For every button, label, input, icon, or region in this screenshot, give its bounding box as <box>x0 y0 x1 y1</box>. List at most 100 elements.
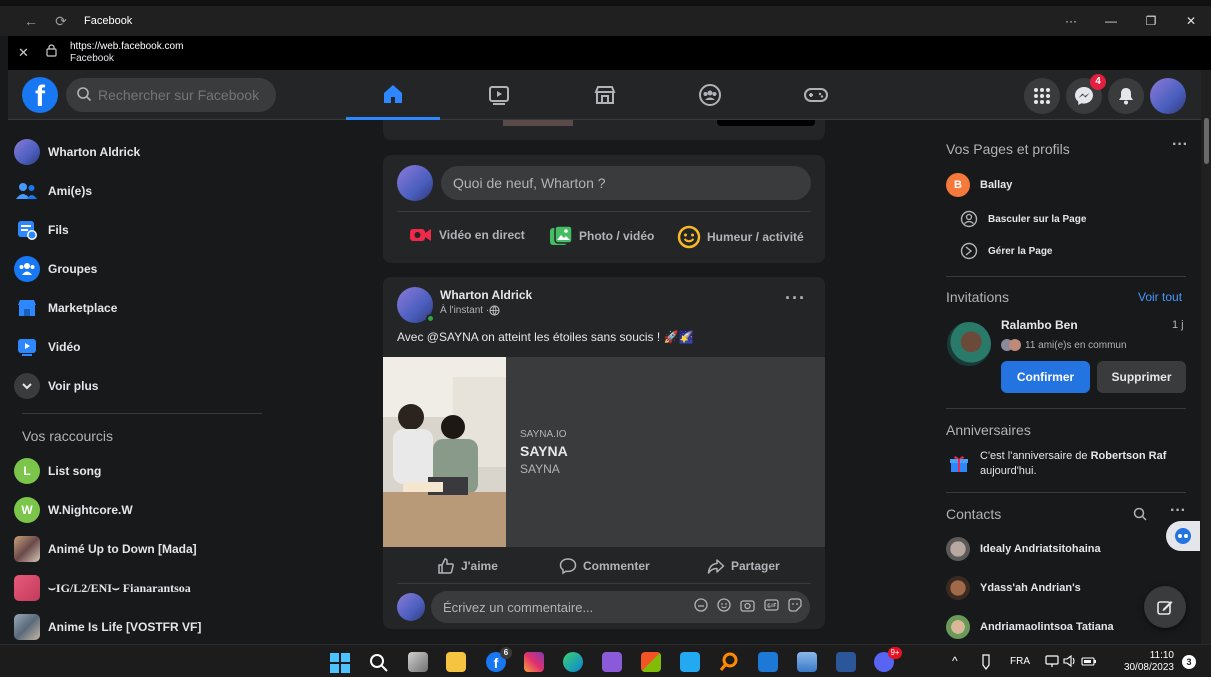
manage-page-button[interactable]: Gérer la Page <box>960 242 1052 260</box>
feeling-activity-button[interactable]: Humeur / activité <box>677 225 804 249</box>
sidebar-item-profile[interactable]: Wharton Aldrick <box>14 133 140 171</box>
windows-start-icon[interactable] <box>330 653 350 677</box>
camera-icon[interactable] <box>740 598 755 617</box>
comment-input[interactable]: Écrivez un commentaire... <box>443 600 694 615</box>
composer-input[interactable]: Quoi de neuf, Wharton ? <box>441 166 811 200</box>
tab-groups[interactable] <box>663 70 757 120</box>
shortcut-item[interactable]: W W.Nightcore.W <box>14 491 133 529</box>
notifications-button[interactable] <box>1108 78 1144 114</box>
home-icon <box>384 84 402 103</box>
tab-video[interactable] <box>452 70 546 120</box>
more-options-icon[interactable]: ··· <box>1170 502 1186 520</box>
birthday-name[interactable]: Robertson Raf <box>1091 450 1167 462</box>
sidebar-item-feeds[interactable]: Fils <box>14 211 69 249</box>
close-icon[interactable]: ✕ <box>18 45 38 61</box>
close-window-button[interactable]: ✕ <box>1171 14 1211 28</box>
comment-box[interactable]: Écrivez un commentaire... <box>431 591 810 623</box>
page-item[interactable]: B Ballay <box>946 167 1012 203</box>
post-timestamp[interactable]: À l'instant · <box>440 305 500 316</box>
minimize-button[interactable]: — <box>1091 14 1131 28</box>
tab-gaming[interactable] <box>769 70 863 120</box>
post-author-name[interactable]: Wharton Aldrick <box>440 288 532 302</box>
language-indicator[interactable]: FRA <box>1010 656 1030 667</box>
more-options-icon[interactable]: ··· <box>1172 136 1188 154</box>
photos-icon[interactable] <box>797 652 817 672</box>
word-icon[interactable] <box>836 652 856 672</box>
sidebar-item-groups[interactable]: Groupes <box>14 250 97 288</box>
assistant-bubble[interactable] <box>1166 521 1200 551</box>
scrollbar[interactable] <box>1201 70 1211 644</box>
shortcut-item[interactable]: L List song <box>14 452 101 490</box>
like-button[interactable]: J'aime <box>437 557 498 575</box>
messenger-button[interactable]: 4 <box>1066 74 1106 114</box>
sidebar-item-friends[interactable]: Ami(e)s <box>14 172 92 210</box>
more-options-icon[interactable]: ··· <box>1051 14 1091 28</box>
visual-studio-icon[interactable] <box>602 652 622 672</box>
search-input[interactable] <box>98 87 268 103</box>
instagram-icon[interactable] <box>524 652 544 672</box>
sidebar-see-more[interactable]: Voir plus <box>14 367 98 405</box>
store-icon[interactable] <box>641 652 661 672</box>
link-preview[interactable]: SAYNA.IO SAYNA SAYNA <box>383 357 825 547</box>
new-message-button[interactable] <box>1144 586 1186 628</box>
switch-to-page-button[interactable]: Basculer sur la Page <box>960 210 1086 228</box>
search-icon[interactable] <box>369 653 389 677</box>
composer-avatar[interactable] <box>397 165 433 201</box>
contact-avatar <box>946 615 970 639</box>
notification-count-badge[interactable]: 3 <box>1182 655 1196 669</box>
share-button[interactable]: Partager <box>707 557 780 575</box>
tab-marketplace[interactable] <box>558 70 652 120</box>
gif-icon[interactable] <box>764 598 779 617</box>
sidebar-item-video[interactable]: Vidéo <box>14 328 80 366</box>
avatar-sticker-icon[interactable] <box>694 597 708 617</box>
delete-button[interactable]: Supprimer <box>1097 361 1186 393</box>
shortcut-item[interactable]: Animé Up to Down [Mada] <box>14 530 197 568</box>
search-box[interactable] <box>66 78 276 112</box>
sticker-icon[interactable] <box>788 597 802 617</box>
vscode-icon[interactable] <box>680 652 700 672</box>
contact-item[interactable]: Ydass'ah Andrian's <box>946 570 1081 606</box>
edge-browser-icon[interactable] <box>563 652 583 672</box>
sidebar-item-marketplace[interactable]: Marketplace <box>14 289 117 327</box>
comment-button[interactable]: Commenter <box>559 557 650 575</box>
shortcut-item[interactable]: ⌣IG/L2/ENI⌣ Fianarantsoa <box>14 569 191 607</box>
facebook-top-nav: f 4 <box>8 70 1201 120</box>
search-icon[interactable] <box>1133 507 1147 526</box>
invitation-name[interactable]: Ralambo Ben <box>1001 318 1078 332</box>
file-explorer-icon[interactable] <box>446 652 466 672</box>
sidebar-item-label: Wharton Aldrick <box>48 145 141 159</box>
commenter-avatar[interactable] <box>397 593 425 621</box>
discord-icon[interactable]: 9+ <box>874 647 902 672</box>
scrollbar-thumb[interactable] <box>1204 118 1209 164</box>
contact-item[interactable]: Idealy Andriatsitohaina <box>946 531 1101 567</box>
story-thumbnail[interactable] <box>717 120 815 126</box>
app-l-icon[interactable] <box>758 652 778 672</box>
shortcut-item[interactable]: Anime Is Life [VOSTFR VF] <box>14 608 201 646</box>
more-options-icon[interactable]: ··· <box>785 289 806 307</box>
task-view-icon[interactable] <box>408 652 428 672</box>
back-arrow-icon[interactable]: ← <box>16 13 46 29</box>
clock[interactable]: 11:10 30/08/2023 <box>1114 650 1174 674</box>
profile-avatar[interactable] <box>1150 78 1186 114</box>
see-all-link[interactable]: Voir tout <box>1138 290 1182 304</box>
facebook-app-icon[interactable]: f 6 <box>486 647 512 672</box>
contact-item[interactable]: Andriamaolintsoa Tatiana <box>946 609 1114 645</box>
search-tool-icon[interactable] <box>719 652 739 672</box>
shortcut-label: List song <box>48 464 102 478</box>
invitation-avatar[interactable] <box>947 322 991 366</box>
window-title: Facebook <box>84 15 133 27</box>
tab-home[interactable] <box>346 70 440 120</box>
photo-video-button[interactable]: Photo / vidéo <box>549 225 654 247</box>
pen-icon[interactable] <box>981 654 991 675</box>
system-tray[interactable] <box>1045 654 1097 668</box>
chevron-up-icon[interactable]: ^ <box>952 654 958 668</box>
confirm-button[interactable]: Confirmer <box>1001 361 1090 393</box>
facebook-logo[interactable]: f <box>22 77 58 113</box>
story-thumbnail[interactable] <box>503 120 573 126</box>
reload-icon[interactable]: ⟳ <box>46 13 76 30</box>
emoji-icon[interactable] <box>717 597 731 617</box>
menu-grid-button[interactable] <box>1024 78 1060 114</box>
url-text[interactable]: https://web.facebook.com <box>70 41 183 53</box>
restore-button[interactable]: ❐ <box>1131 14 1171 28</box>
live-video-button[interactable]: Vidéo en direct <box>409 225 525 245</box>
